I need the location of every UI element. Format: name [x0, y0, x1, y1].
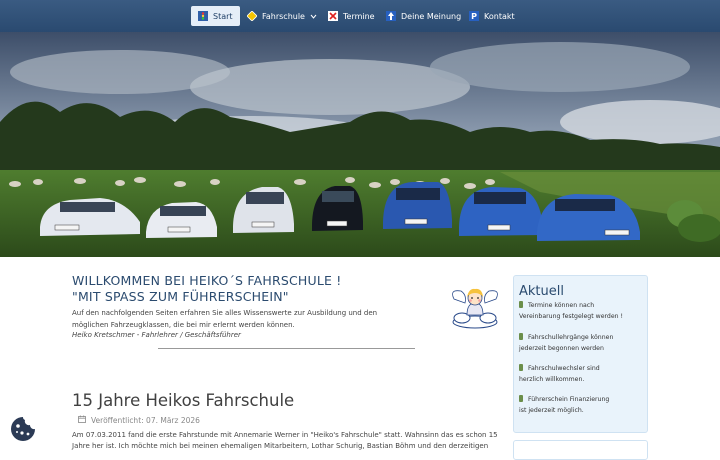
post-text: Am 07.03.2011 fand die erste Fahrstunde …: [72, 431, 498, 450]
hero-photo-cars-in-field: [0, 32, 720, 257]
aktuell-item-text: Vereinbarung festgelegt werden !: [519, 313, 624, 320]
hero-image: [0, 32, 720, 257]
welcome-text: Auf den nachfolgenden Seiten erfahren Si…: [72, 309, 378, 329]
aktuell-item-text: Führerschein Finanzierung: [528, 396, 610, 403]
aktuell-item: Führerschein Finanzierung ist jederzeit …: [519, 394, 644, 416]
nav-label-fahrschule: Fahrschule: [262, 11, 305, 21]
nav-label-kontakt: Kontakt: [484, 11, 515, 21]
aktuell-item: Fahrschulwechsler sind herzlich willkomm…: [519, 363, 644, 385]
warning-sign-icon: [246, 10, 258, 22]
traffic-light-bullet-icon: [519, 364, 523, 371]
parking-icon: P: [469, 11, 479, 21]
cookie-icon: [11, 417, 35, 441]
svg-text:P: P: [471, 12, 477, 21]
traffic-light-bullet-icon: [519, 395, 523, 402]
sidebar-aktuell: Aktuell Termine können nach Vereinbarung…: [513, 275, 648, 433]
calendar-icon: [78, 415, 86, 425]
cookie-settings-button[interactable]: [10, 416, 36, 442]
post-title[interactable]: 15 Jahre Heikos Fahrschule: [72, 391, 294, 410]
aktuell-item-text: Fahrschullehrgänge können: [528, 334, 614, 341]
one-way-icon: [386, 11, 396, 21]
welcome-heading: WILLKOMMEN BEI HEIKO´S FAHRSCHULE ! "MIT…: [72, 273, 341, 305]
nav-item-kontakt[interactable]: P Kontakt: [469, 6, 515, 26]
aktuell-item: Termine können nach Vereinbarung festgel…: [519, 300, 644, 322]
nav-label-termine: Termine: [343, 11, 375, 21]
angel-mascot-icon: [449, 285, 501, 329]
divider: [158, 348, 415, 349]
nav-item-termine[interactable]: Termine: [328, 6, 375, 26]
main-content: WILLKOMMEN BEI HEIKO´S FAHRSCHULE ! "MIT…: [0, 257, 720, 460]
nav-item-deine-meinung[interactable]: Deine Meinung: [386, 6, 461, 26]
aktuell-item-text: jederzeit begonnen werden: [519, 345, 604, 352]
post-date: Veröffentlicht: 07. März 2026: [91, 415, 200, 425]
traffic-light-bullet-icon: [519, 333, 523, 340]
nav-label-deine-meinung: Deine Meinung: [401, 11, 462, 21]
nav-label-start: Start: [213, 11, 233, 21]
aktuell-item-text: herzlich willkommen.: [519, 376, 585, 383]
aktuell-item-text: ist jederzeit möglich.: [519, 407, 584, 414]
traffic-light-bullet-icon: [519, 301, 523, 308]
chevron-down-icon: [310, 12, 317, 21]
nav-item-start[interactable]: Start: [191, 6, 240, 26]
traffic-light-icon: [198, 11, 208, 21]
welcome-author: Heiko Kretschmer - Fahrlehrer / Geschäft…: [72, 331, 241, 339]
sidebar-title: Aktuell: [519, 284, 564, 299]
post-meta: Veröffentlicht: 07. März 2026: [78, 415, 200, 425]
welcome-title-line1: WILLKOMMEN BEI HEIKO´S FAHRSCHULE !: [72, 273, 342, 288]
aktuell-item: Fahrschullehrgänge können jederzeit bego…: [519, 332, 644, 354]
no-stopping-icon: [328, 11, 338, 21]
top-navigation: Start Fahrschule Termine Deine Meinung P…: [0, 0, 720, 32]
welcome-title-line2: "MIT SPASS ZUM FÜHRERSCHEIN": [72, 289, 289, 304]
aktuell-item-text: Fahrschulwechsler sind: [528, 365, 600, 372]
aktuell-item-text: Termine können nach: [528, 302, 595, 309]
sidebar-box-2: [513, 440, 648, 460]
nav-item-fahrschule[interactable]: Fahrschule: [246, 6, 317, 26]
